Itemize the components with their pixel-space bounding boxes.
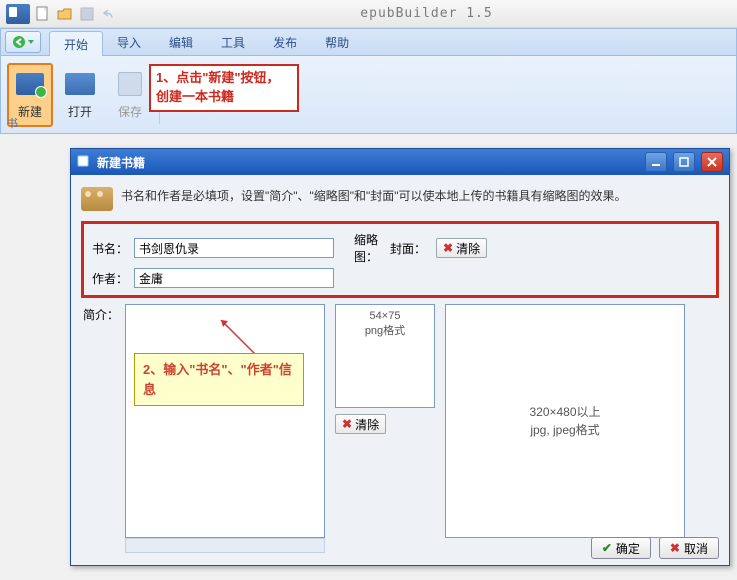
clear-cover-button[interactable]: ✖清除 bbox=[436, 238, 487, 258]
package-icon bbox=[81, 187, 113, 211]
app-title-text: epubBuilder 1.5 bbox=[122, 6, 731, 21]
thumb-column: 54×75 png格式 ✖清除 bbox=[335, 304, 435, 538]
open-button-label: 打开 bbox=[68, 103, 92, 120]
chevron-down-icon bbox=[28, 40, 34, 44]
tab-import[interactable]: 导入 bbox=[103, 30, 155, 55]
author-input[interactable] bbox=[134, 268, 334, 288]
lower-row: 简介： 2、输入"书名"、"作者"信息 54×75 png格式 ✖清除 bbox=[81, 304, 719, 538]
callout-1: 1、点击"新建"按钮，创建一本书籍 bbox=[149, 64, 299, 112]
cover-size-text: 320×480以上 bbox=[529, 403, 600, 421]
dialog-footer: ✔确定 ✖取消 bbox=[591, 537, 719, 559]
title-input[interactable] bbox=[134, 238, 334, 258]
new-book-dialog: 新建书籍 书名和作者是必填项，设置"简介"、"缩略图"和"封面"可以使本地上传的… bbox=[70, 148, 730, 566]
tab-start[interactable]: 开始 bbox=[49, 31, 103, 57]
check-icon: ✔ bbox=[602, 541, 612, 555]
maximize-button[interactable] bbox=[673, 152, 695, 172]
thumb-format-text: png格式 bbox=[365, 324, 405, 339]
intro-label: 简介： bbox=[81, 304, 119, 538]
title-label: 书名： bbox=[90, 240, 128, 257]
intro-textarea[interactable]: 2、输入"书名"、"作者"信息 bbox=[125, 304, 325, 538]
folder-open-icon[interactable] bbox=[56, 5, 74, 23]
tab-tools[interactable]: 工具 bbox=[207, 30, 259, 55]
ok-button[interactable]: ✔确定 bbox=[591, 537, 651, 559]
hint-text: 书名和作者是必填项，设置"简介"、"缩略图"和"封面"可以使本地上传的书籍具有缩… bbox=[121, 187, 627, 205]
back-arrow-icon bbox=[12, 35, 26, 49]
cover-box[interactable]: 320×480以上 jpg, jpeg格式 bbox=[445, 304, 685, 538]
callout-2: 2、输入"书名"、"作者"信息 bbox=[134, 353, 304, 406]
close-button[interactable] bbox=[701, 152, 723, 172]
dialog-title-bar[interactable]: 新建书籍 bbox=[71, 149, 729, 175]
new-button-label: 新建 bbox=[18, 103, 42, 120]
undo-icon[interactable] bbox=[100, 5, 118, 23]
ribbon-toolbar: 新建 打开 保存 书 1、点击"新建"按钮，创建一本书籍 bbox=[0, 56, 737, 134]
dialog-title-text: 新建书籍 bbox=[97, 154, 145, 171]
author-label: 作者： bbox=[90, 270, 128, 287]
save-button[interactable]: 保存 bbox=[107, 63, 153, 127]
cancel-icon: ✖ bbox=[670, 541, 680, 555]
minimize-button[interactable] bbox=[645, 152, 667, 172]
title-author-box: 书名： 缩略图： 封面： ✖清除 作者： bbox=[81, 221, 719, 298]
tab-help[interactable]: 帮助 bbox=[311, 30, 363, 55]
new-document-icon[interactable] bbox=[34, 5, 52, 23]
history-dropdown[interactable] bbox=[5, 31, 41, 53]
save-icon[interactable] bbox=[78, 5, 96, 23]
thumbnail-box[interactable]: 54×75 png格式 bbox=[335, 304, 435, 408]
tab-publish[interactable]: 发布 bbox=[259, 30, 311, 55]
new-book-icon bbox=[15, 69, 45, 99]
x-icon: ✖ bbox=[342, 417, 352, 431]
hint-row: 书名和作者是必填项，设置"简介"、"缩略图"和"封面"可以使本地上传的书籍具有缩… bbox=[81, 183, 719, 221]
open-book-icon bbox=[65, 69, 95, 99]
open-button[interactable]: 打开 bbox=[57, 63, 103, 127]
cancel-button[interactable]: ✖取消 bbox=[659, 537, 719, 559]
ribbon-group-label: 书 bbox=[7, 115, 18, 131]
cover-label: 封面： bbox=[388, 240, 426, 257]
menu-strip: 开始 导入 编辑 工具 发布 帮助 bbox=[0, 28, 737, 56]
app-title-bar: epubBuilder 1.5 bbox=[0, 0, 737, 28]
app-icon bbox=[6, 4, 30, 24]
clear-thumb-button[interactable]: ✖清除 bbox=[335, 414, 386, 434]
x-icon: ✖ bbox=[443, 241, 453, 255]
floppy-icon bbox=[115, 69, 145, 99]
cover-format-text: jpg, jpeg格式 bbox=[529, 421, 600, 439]
thumb-size-text: 54×75 bbox=[370, 309, 401, 324]
save-button-label: 保存 bbox=[118, 103, 142, 120]
thumb-label: 缩略图： bbox=[340, 231, 378, 265]
dialog-body: 书名和作者是必填项，设置"简介"、"缩略图"和"封面"可以使本地上传的书籍具有缩… bbox=[71, 175, 729, 546]
tab-edit[interactable]: 编辑 bbox=[155, 30, 207, 55]
intro-hscrollbar[interactable] bbox=[125, 538, 325, 553]
dialog-icon bbox=[77, 154, 91, 171]
